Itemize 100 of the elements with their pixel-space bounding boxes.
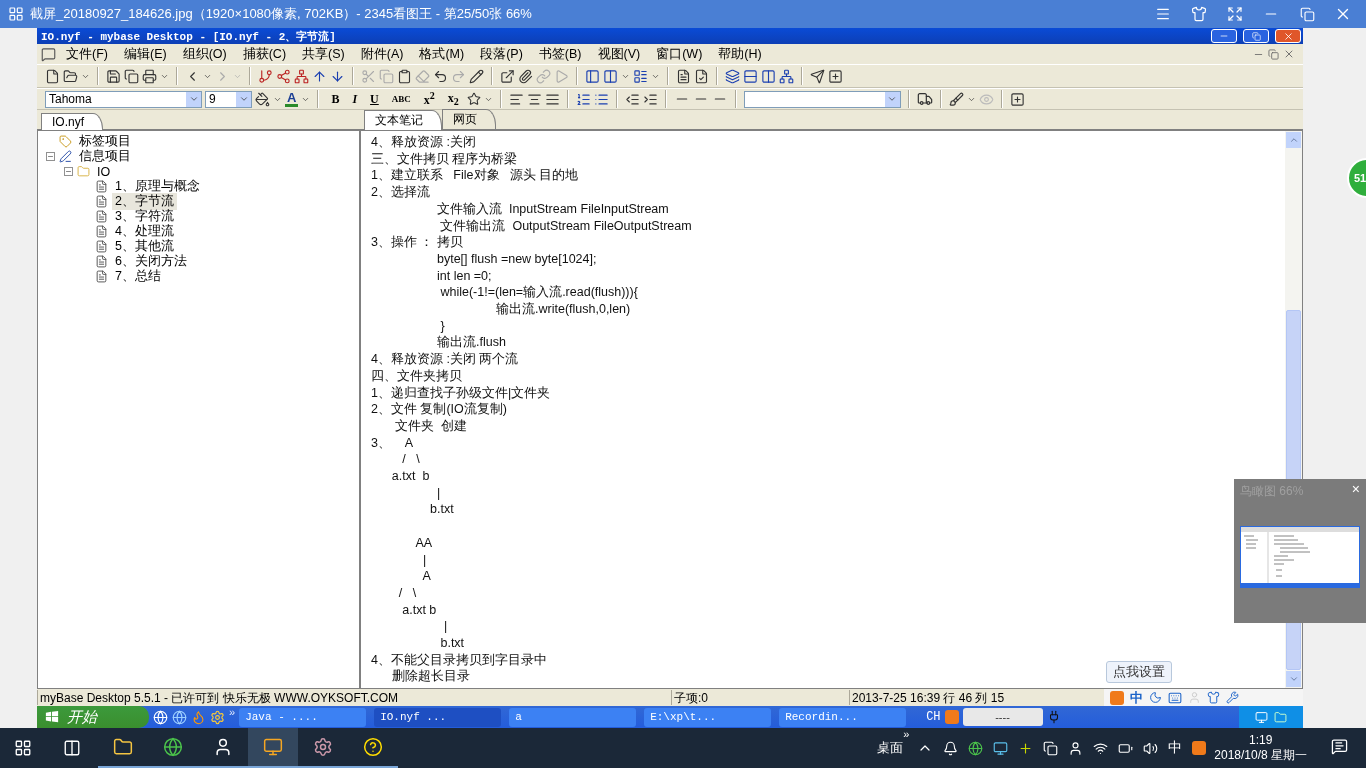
task-button[interactable]: Java - .... xyxy=(239,707,367,727)
file-tab[interactable]: IO.nyf xyxy=(41,113,103,130)
tree-item[interactable]: IO xyxy=(94,164,114,179)
menu-item[interactable]: 段落(P) xyxy=(474,44,529,64)
ime-logo-icon[interactable] xyxy=(1192,741,1207,755)
folder-icon[interactable] xyxy=(63,68,78,84)
menu-item[interactable]: 格式(M) xyxy=(413,44,471,64)
clock-time[interactable]: 1:19 xyxy=(1248,732,1273,747)
style-button[interactable]: ABC xyxy=(386,94,416,104)
network-icon[interactable] xyxy=(294,68,309,84)
menu-item[interactable]: 书签(B) xyxy=(532,44,588,64)
align-center-icon[interactable] xyxy=(526,91,542,107)
task-button[interactable]: Recordin... xyxy=(779,707,907,727)
undo-icon[interactable] xyxy=(433,68,448,84)
thumbnail-drawing[interactable] xyxy=(1240,526,1360,588)
columns-icon[interactable] xyxy=(603,68,618,84)
editor-tab[interactable]: 网页 xyxy=(442,109,496,129)
external-link-icon[interactable] xyxy=(500,68,515,84)
gear-icon[interactable] xyxy=(210,709,225,725)
task-button[interactable]: E:\xp\t... xyxy=(644,707,772,727)
brush-icon[interactable] xyxy=(948,91,964,107)
menu-item[interactable]: 组织(O) xyxy=(176,44,233,64)
document-check-icon[interactable] xyxy=(694,68,709,84)
taskbar-app[interactable] xyxy=(248,728,298,768)
menu-item[interactable]: 附件(A) xyxy=(354,44,410,64)
tree-icon[interactable] xyxy=(779,68,794,84)
wifi-icon[interactable] xyxy=(1093,740,1109,756)
task-button[interactable]: a xyxy=(509,707,637,727)
clock-date[interactable]: 2018/10/8 星期一 xyxy=(1214,746,1307,764)
monitor-icon[interactable] xyxy=(993,740,1009,756)
minimize-button[interactable] xyxy=(1211,29,1237,43)
restore-icon[interactable] xyxy=(1251,31,1261,41)
style-button[interactable]: U xyxy=(365,91,384,107)
tree-item[interactable]: 信息项目 xyxy=(76,148,134,165)
menu-item[interactable]: 帮助(H) xyxy=(712,44,768,64)
collapse-icon[interactable] xyxy=(64,167,73,176)
send-icon[interactable] xyxy=(810,68,825,84)
insert-icon[interactable] xyxy=(1009,91,1025,107)
maximize-button[interactable] xyxy=(1243,29,1269,43)
close-button[interactable] xyxy=(1275,29,1301,43)
close-button[interactable]: × xyxy=(1351,483,1360,500)
menu-icon[interactable] xyxy=(1155,6,1171,22)
style-button[interactable]: I xyxy=(347,91,363,107)
browser-icon[interactable] xyxy=(968,740,984,756)
style-field[interactable] xyxy=(743,90,901,108)
task-button[interactable]: IO.nyf ... xyxy=(374,707,502,727)
truck-icon[interactable] xyxy=(916,91,933,107)
panel-icon[interactable] xyxy=(585,68,600,84)
moon-icon[interactable] xyxy=(1149,691,1162,704)
task-view-icon[interactable] xyxy=(63,739,81,757)
numbered-list-icon[interactable] xyxy=(575,91,591,107)
ime-mode[interactable]: 中 xyxy=(1130,688,1143,707)
wrench-icon[interactable] xyxy=(1226,691,1239,704)
desktop-label[interactable]: 桌面 xyxy=(877,739,904,757)
plus-icon[interactable] xyxy=(1018,740,1034,756)
windows-logo-icon[interactable] xyxy=(14,739,32,757)
branch-icon[interactable] xyxy=(258,68,273,84)
restore-icon[interactable] xyxy=(1268,48,1279,60)
start-button[interactable]: 开始 xyxy=(37,706,149,728)
close-icon[interactable] xyxy=(1282,30,1294,42)
size-field[interactable]: 9 xyxy=(205,90,252,108)
clipboard-icon[interactable] xyxy=(397,68,412,84)
tree-item[interactable]: 3、字符流 xyxy=(112,208,177,225)
menu-item[interactable]: 窗口(W) xyxy=(650,44,709,64)
font-color-button[interactable]: A xyxy=(285,91,299,107)
more-button[interactable]: » xyxy=(903,728,910,740)
tree-item[interactable]: 6、关闭方法 xyxy=(112,253,190,270)
style-button[interactable]: B xyxy=(326,91,345,107)
style-button[interactable]: x$^{2}$ xyxy=(418,90,440,108)
new-window-icon[interactable] xyxy=(828,68,843,84)
tree-item[interactable]: 1、原理与概念 xyxy=(112,178,203,195)
collapse-icon[interactable] xyxy=(46,152,55,161)
shirt-icon[interactable] xyxy=(1207,691,1220,704)
tree-item[interactable]: 5、其他流 xyxy=(112,238,177,255)
menu-item[interactable]: 编辑(E) xyxy=(117,44,173,64)
menu-item[interactable]: 共享(S) xyxy=(296,44,351,64)
font-field[interactable]: Tahoma xyxy=(45,90,202,108)
bullet-list-icon[interactable] xyxy=(593,91,609,107)
tree-item[interactable]: 4、处理流 xyxy=(112,223,177,240)
input-method[interactable]: 中 xyxy=(1168,739,1183,757)
paint-bucket-icon[interactable] xyxy=(255,91,270,107)
keyboard-icon[interactable] xyxy=(1168,690,1182,705)
restore-icon[interactable] xyxy=(1299,6,1315,22)
notification-icon[interactable] xyxy=(1331,737,1348,755)
align-left-icon[interactable] xyxy=(508,91,524,107)
ime-logo-icon[interactable] xyxy=(1110,690,1124,705)
copy-icon[interactable] xyxy=(124,68,139,84)
menu-item[interactable]: 视图(V) xyxy=(591,44,647,64)
columns-icon[interactable] xyxy=(761,68,776,84)
layout-icon[interactable] xyxy=(633,68,648,84)
menu-item[interactable]: 文件(F) xyxy=(60,44,114,64)
save-icon[interactable] xyxy=(106,68,121,84)
tree-item[interactable]: 2、字节流 xyxy=(112,193,177,210)
share-icon[interactable] xyxy=(276,68,291,84)
pencil-icon[interactable] xyxy=(469,68,484,84)
printer-icon[interactable] xyxy=(142,68,157,84)
document-icon[interactable] xyxy=(676,68,691,84)
volume-icon[interactable] xyxy=(1143,740,1159,756)
tree-item[interactable]: 标签项目 xyxy=(76,133,134,150)
align-justify-icon[interactable] xyxy=(544,91,560,107)
